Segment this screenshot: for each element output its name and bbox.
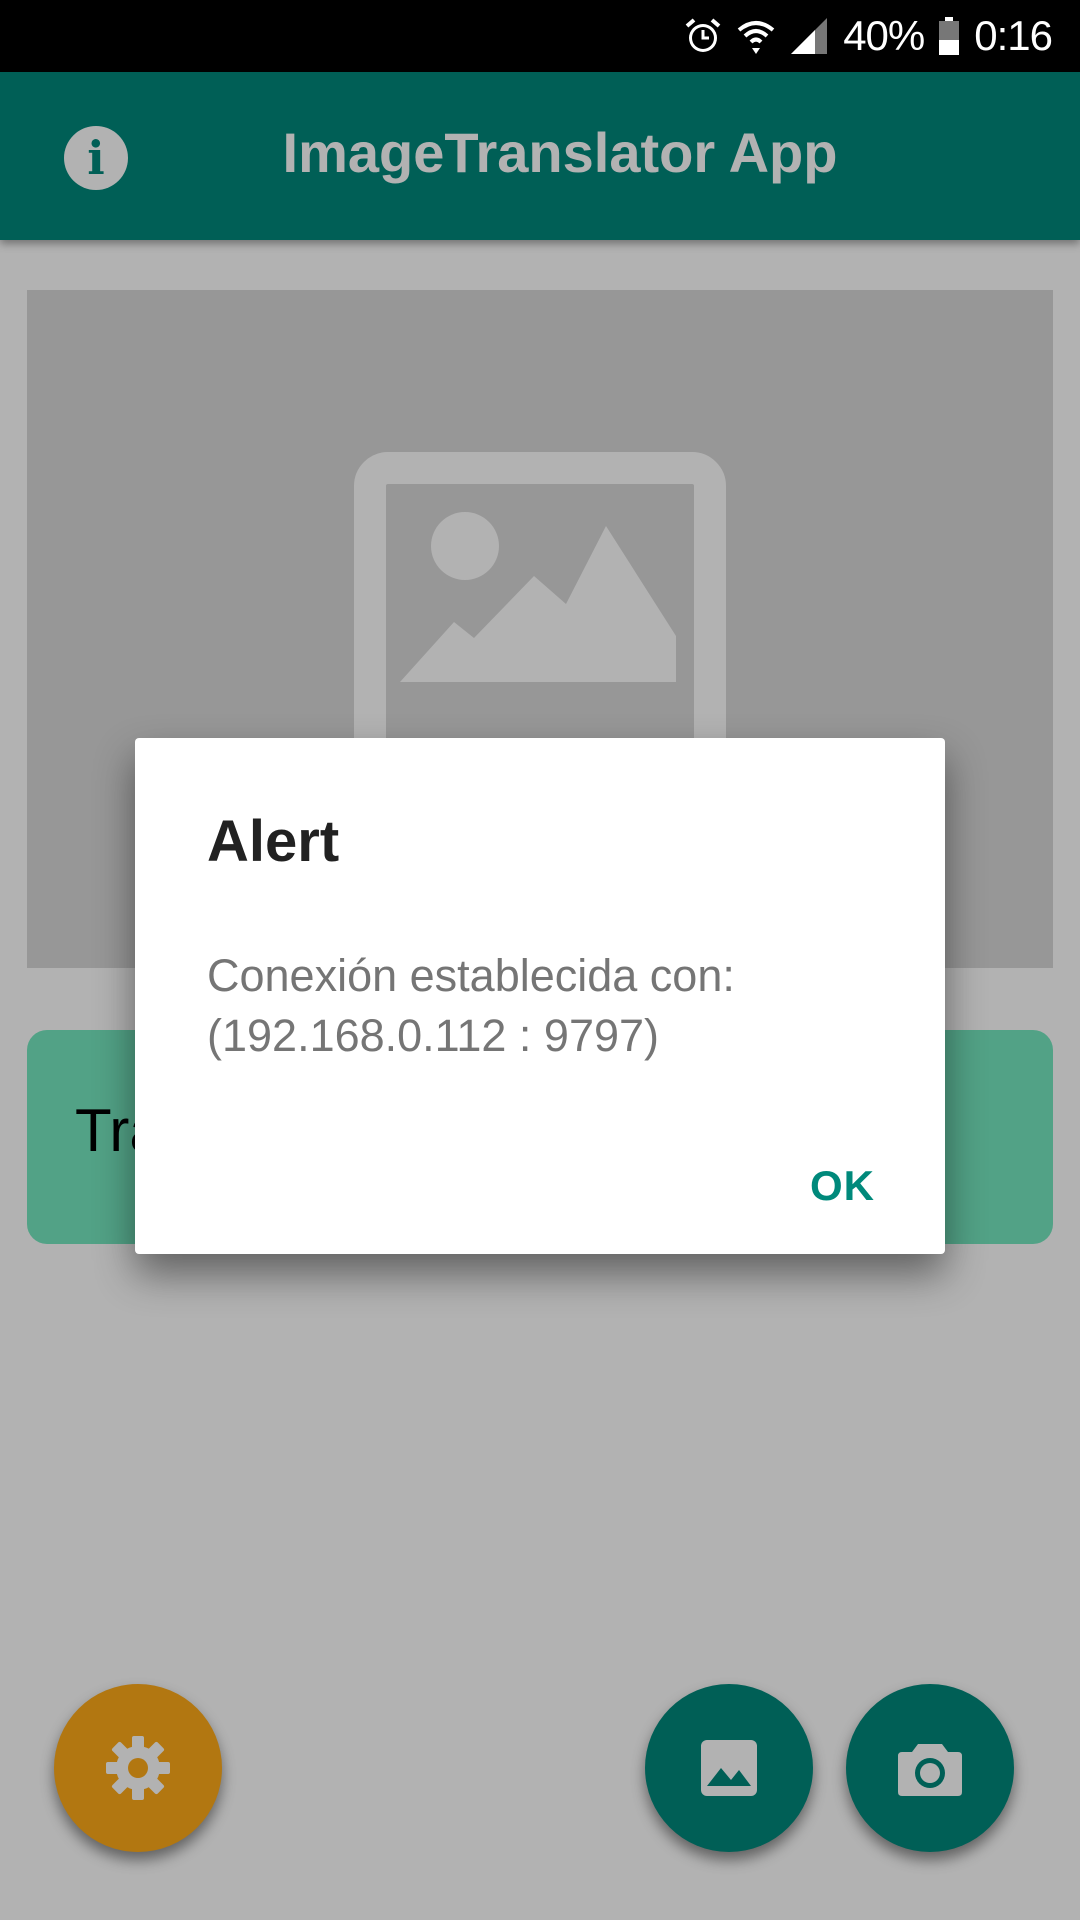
status-icons: 40% 0:16 — [683, 0, 1053, 72]
battery-percent: 40% — [843, 12, 925, 59]
dialog-message-line-2: (192.168.0.112 : 9797) — [207, 1010, 660, 1061]
dialog-title: Alert — [207, 809, 340, 874]
alert-dialog: Alert Conexión establecida con: (192.168… — [135, 738, 945, 1254]
clock: 0:16 — [974, 12, 1053, 59]
dialog-message-line-1: Conexión establecida con: — [207, 950, 735, 1001]
alarm-icon — [683, 16, 723, 56]
dialog-message: Conexión establecida con: (192.168.0.112… — [207, 946, 887, 1066]
status-bar: 40% 0:16 — [0, 0, 1080, 72]
battery-icon — [938, 16, 960, 56]
ok-button[interactable]: OK — [810, 1152, 875, 1220]
signal-icon — [789, 16, 829, 56]
wifi-icon — [737, 16, 775, 56]
screen: 40% 0:16 i ImageTranslator App Tra Alert… — [0, 0, 1080, 1920]
